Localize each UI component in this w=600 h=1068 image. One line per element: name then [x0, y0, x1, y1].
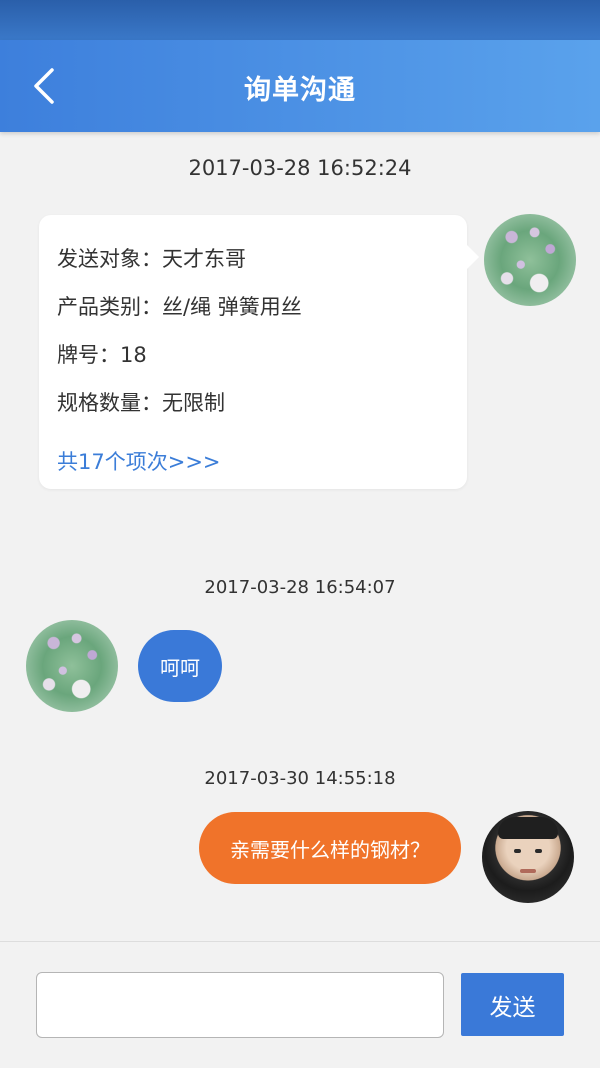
message-input[interactable] [36, 972, 444, 1038]
avatar-hair [498, 817, 558, 839]
avatar[interactable] [482, 811, 574, 903]
avatar[interactable] [484, 214, 576, 306]
send-button[interactable]: 发送 [461, 973, 564, 1036]
avatar[interactable] [26, 620, 118, 712]
message-timestamp: 2017-03-28 16:52:24 [188, 156, 412, 180]
inquiry-card[interactable]: 发送对象：天才东哥 产品类别：丝/绳 弹簧用丝 牌号：18 规格数量：无限制 共… [39, 215, 479, 489]
app-header: 询单沟通 [0, 40, 600, 132]
card-category: 产品类别：丝/绳 弹簧用丝 [57, 295, 302, 319]
message-composer: 发送 [0, 941, 600, 1068]
message-bubble-received[interactable]: 呵呵 [138, 630, 222, 702]
status-bar [0, 0, 600, 40]
message-timestamp: 2017-03-30 14:55:18 [204, 768, 396, 789]
avatar-eye [514, 849, 521, 853]
card-spec: 规格数量：无限制 [57, 391, 225, 415]
card-brand: 牌号：18 [57, 343, 147, 367]
avatar-mouth [520, 869, 536, 873]
avatar-eye [535, 849, 542, 853]
page-title: 询单沟通 [244, 75, 356, 106]
message-timestamp: 2017-03-28 16:54:07 [204, 577, 396, 598]
card-target: 发送对象：天才东哥 [57, 247, 246, 271]
message-bubble-sent[interactable]: 亲需要什么样的钢材？ [199, 812, 461, 884]
card-items-link[interactable]: 共17个项次>>> [57, 446, 221, 476]
